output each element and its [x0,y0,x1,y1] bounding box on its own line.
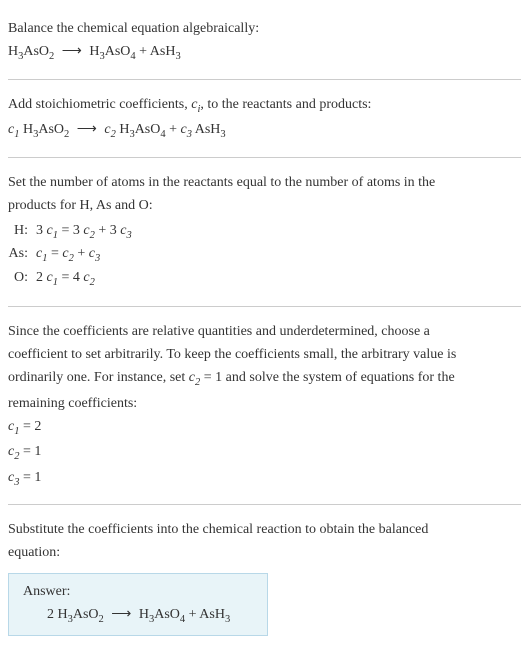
subst-section: Substitute the coefficients into the che… [8,509,521,644]
arrow: ⟶ [58,44,86,59]
atom-label: O: [8,267,36,288]
answer-box: Answer: 2 H3AsO2 ⟶ H3AsO4 + AsH3 [8,573,268,636]
solve-p1: Since the coefficients are relative quan… [8,321,521,342]
arrow: ⟶ [73,122,101,137]
title: Balance the chemical equation algebraica… [8,18,521,39]
atom-row-as: As: c1 = c2 + c3 [8,243,521,267]
subst-p2: equation: [8,542,521,563]
intro-b: , to the reactants and products: [200,97,371,112]
solve-r3: c3 = 1 [8,467,521,491]
plus: + [166,122,181,137]
ans-lhs: 2 H [47,607,68,622]
solve-section: Since the coefficients are relative quan… [8,311,521,500]
atom-eq: c1 = c2 + c3 [36,243,100,267]
divider-3 [8,306,521,307]
stoich-section: Add stoichiometric coefficients, ci, to … [8,84,521,153]
unbalanced-equation: H3AsO2 ⟶ H3AsO4 + AsH3 [8,41,521,65]
lhs-h: H [8,44,18,59]
sp1b: AsO [38,122,64,137]
rhs-h: H [89,44,99,59]
intro-a: Add stoichiometric coefficients, [8,97,191,112]
rhs-ash: + AsH [136,44,176,59]
sp2b: AsO [135,122,161,137]
atom-row-o: O: 2 c1 = 4 c2 [8,267,521,291]
lhs-aso: AsO [23,44,49,59]
atom-eq: 3 c1 = 3 c2 + 3 c3 [36,220,132,244]
sp1: H [19,122,33,137]
solve-r1: c1 = 2 [8,416,521,440]
sub-3c: 3 [175,51,180,62]
atoms-section: Set the number of atoms in the reactants… [8,162,521,303]
divider-4 [8,504,521,505]
stoich-equation: c1 H3AsO2 ⟶ c2 H3AsO4 + c3 AsH3 [8,119,521,143]
atom-table: H: 3 c1 = 3 c2 + 3 c3 As: c1 = c2 + c3 O… [8,220,521,291]
subst-p1: Substitute the coefficients into the che… [8,519,521,540]
sp2: H [116,122,130,137]
answer-equation: 2 H3AsO2 ⟶ H3AsO4 + AsH3 [23,606,253,625]
atom-row-h: H: 3 c1 = 3 c2 + 3 c3 [8,220,521,244]
header-section: Balance the chemical equation algebraica… [8,8,521,75]
atom-label: H: [8,220,36,241]
atom-eq: 2 c1 = 4 c2 [36,267,95,291]
atoms-intro2: products for H, As and O: [8,195,521,216]
sp3: AsH [192,122,220,137]
divider-1 [8,79,521,80]
sub-2: 2 [49,51,54,62]
atoms-intro1: Set the number of atoms in the reactants… [8,172,521,193]
solve-p4: remaining coefficients: [8,393,521,414]
c3: c3 [181,122,192,137]
solve-p2: coefficient to set arbitrarily. To keep … [8,344,521,365]
divider-2 [8,157,521,158]
c1: c1 [8,122,19,137]
solve-p3: ordinarily one. For instance, set c2 = 1… [8,367,521,391]
solve-r2: c2 = 1 [8,441,521,465]
stoich-intro: Add stoichiometric coefficients, ci, to … [8,94,521,118]
atom-label: As: [8,243,36,264]
c2: c2 [104,122,115,137]
rhs-aso: AsO [105,44,131,59]
arrow: ⟶ [107,607,135,622]
